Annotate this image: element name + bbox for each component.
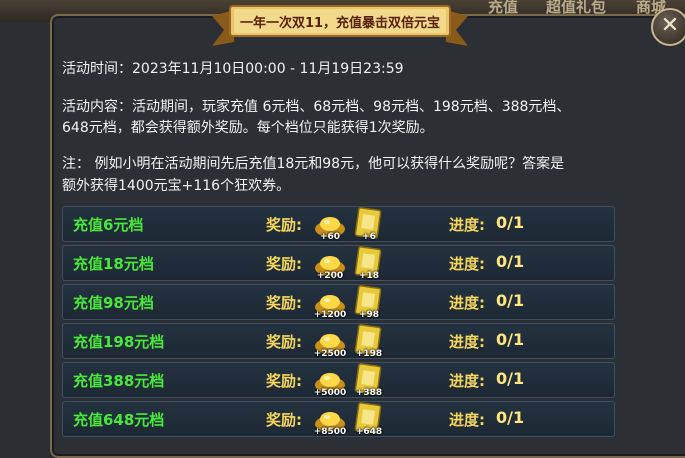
ticket-amount: +6 [362,232,376,242]
row-tier-name: 充值6元档 [73,216,144,234]
gold-amount: +5000 [313,388,347,398]
progress-label: 进度: [449,294,485,312]
activity-content-line1: 活动内容：活动期间，玩家充值 6元档、68元档、98元档、198元档、388元档… [62,99,571,115]
progress-label: 进度: [449,255,485,273]
progress-value: 0/1 [496,291,525,310]
ticket-amount: +198 [355,349,383,359]
reward-label: 奖励: [266,294,302,312]
note-line1: 注： 例如小明在活动期间先后充值18元和98元，他可以获得什么奖励呢？答案是 [62,156,565,172]
progress-value: 0/1 [496,408,525,427]
progress-label: 进度: [449,216,485,234]
gold-amount: +8500 [313,427,347,437]
note-line2: 额外获得1400元宝+116个狂欢券。 [62,178,291,194]
carnival-ticket-icon: +648 [353,402,385,437]
row-tier-name: 充值388元档 [73,372,165,390]
activity-content-line2: 648元档，都会获得额外奖励。每个档位只能获得1次奖励。 [62,120,434,136]
progress-value: 0/1 [496,330,525,349]
reward-row: 充值388元档 奖励: +5000 +388 进度: 0/1 [62,362,615,398]
activity-time: 活动时间：2023年11月10日00:00 - 11月19日23:59 [62,61,404,77]
reward-label: 奖励: [266,216,302,234]
gold-ingot-icon: +8500 [313,404,347,437]
ticket-amount: +98 [358,310,380,320]
ticket-amount: +648 [355,427,383,437]
progress-value: 0/1 [496,252,525,271]
progress-label: 进度: [449,411,485,429]
reward-label: 奖励: [266,372,302,390]
reward-row: 充值18元档 奖励: +200 +18 进度: 0/1 [62,245,615,281]
row-tier-name: 充值18元档 [73,255,154,273]
reward-label: 奖励: [266,411,302,429]
gold-amount: +1200 [313,310,347,320]
carnival-ticket-icon: +98 [353,285,385,320]
row-tier-name: 充值98元档 [73,294,154,312]
carnival-ticket-icon: +388 [353,363,385,398]
gold-amount: +2500 [313,349,347,359]
reward-row: 充值6元档 奖励: +60 +6 进度: 0/1 [62,206,615,242]
ticket-amount: +388 [355,388,383,398]
gold-ingot-icon: +5000 [313,365,347,398]
progress-value: 0/1 [496,213,525,232]
close-icon: ✕ [660,13,680,38]
close-button[interactable]: ✕ [651,8,685,46]
reward-row: 充值198元档 奖励: +2500 +198 进度: 0/1 [62,323,615,359]
gold-ingot-icon: +60 [313,209,347,242]
reward-row: 充值648元档 奖励: +8500 +648 进度: 0/1 [62,401,615,437]
carnival-ticket-icon: +6 [353,207,385,242]
row-tier-name: 充值198元档 [73,333,165,351]
banner-title: 一年一次双11，充值暴击双倍元宝 [239,16,441,31]
reward-label: 奖励: [266,333,302,351]
reward-label: 奖励: [266,255,302,273]
gold-amount: +200 [316,271,344,281]
gold-amount: +60 [319,232,341,242]
reward-row: 充值98元档 奖励: +1200 +98 进度: 0/1 [62,284,615,320]
carnival-ticket-icon: +198 [353,324,385,359]
row-tier-name: 充值648元档 [73,411,165,429]
progress-value: 0/1 [496,369,525,388]
progress-label: 进度: [449,372,485,390]
ticket-amount: +18 [358,271,380,281]
carnival-ticket-icon: +18 [353,246,385,281]
event-banner: 一年一次双11，充值暴击双倍元宝 [212,2,468,46]
gold-ingot-icon: +1200 [313,287,347,320]
gold-ingot-icon: +200 [313,248,347,281]
gold-ingot-icon: +2500 [313,326,347,359]
progress-label: 进度: [449,333,485,351]
